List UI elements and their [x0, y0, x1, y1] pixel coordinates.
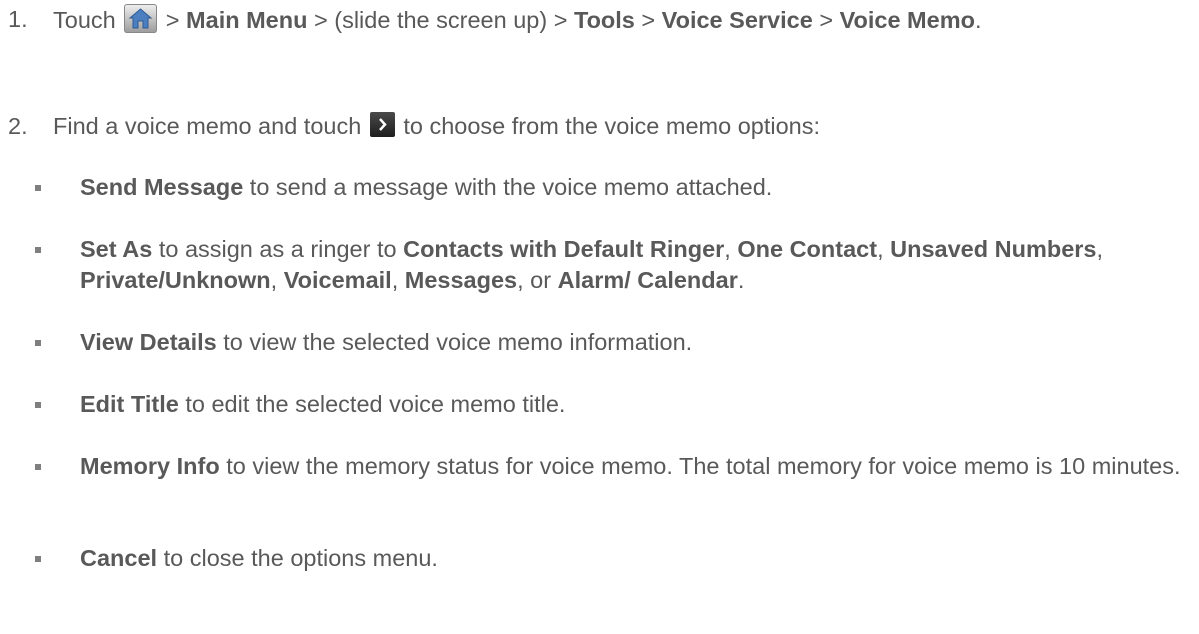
option-label: Memory Info: [80, 453, 220, 479]
period: .: [737, 267, 745, 293]
option-label: Set As: [80, 236, 153, 262]
separator: >: [819, 7, 834, 33]
comma: ,: [270, 267, 278, 293]
ringer-one-contact: One Contact: [737, 236, 878, 262]
ringer-private-unknown: Private/Unknown: [80, 267, 271, 293]
period: .: [974, 7, 982, 33]
bullet: [35, 464, 41, 470]
step-text-touch: Touch: [53, 7, 116, 33]
instruction-slide: > (slide the screen up) >: [314, 7, 568, 33]
bullet: [35, 185, 41, 191]
menu-path-voice-service: Voice Service: [661, 7, 813, 33]
bullet: [35, 556, 41, 562]
ringer-voicemail: Voicemail: [283, 267, 392, 293]
comma: ,: [724, 236, 731, 262]
ringer-messages: Messages: [404, 267, 518, 293]
comma: ,: [877, 236, 884, 262]
option-label: Send Message: [80, 174, 244, 200]
separator: >: [641, 7, 656, 33]
option-description: to view the selected voice memo informat…: [223, 329, 693, 355]
option-label: Cancel: [80, 545, 158, 571]
bullet: [35, 247, 41, 253]
comma: ,: [1096, 236, 1104, 262]
option-description: to edit the selected voice memo title.: [185, 391, 566, 417]
option-label: View Details: [80, 329, 217, 355]
step-text-after: to choose from the voice memo options:: [403, 113, 821, 139]
option-description: to assign as a ringer to: [158, 236, 397, 262]
home-icon: [124, 4, 158, 33]
ringer-contacts-default: Contacts with Default Ringer: [403, 236, 725, 262]
step-text-before: Find a voice memo and touch: [53, 113, 362, 139]
step-number: 1.: [8, 6, 28, 32]
option-description: to close the options menu.: [163, 545, 438, 571]
step-text: Touch > Main Menu > (slide the screen up…: [53, 4, 1183, 36]
ringer-alarm-calendar: Alarm/ Calendar: [557, 267, 738, 293]
chevron-right-icon: [369, 112, 395, 137]
menu-path-main-menu: Main Menu: [186, 7, 308, 33]
option-label: Edit Title: [80, 391, 179, 417]
option-description: to view the memory status for voice memo…: [226, 453, 1181, 479]
menu-path-voice-memo: Voice Memo: [839, 7, 975, 33]
separator: >: [165, 7, 180, 33]
ringer-unsaved-numbers: Unsaved Numbers: [890, 236, 1097, 262]
conjunction-or: , or: [517, 267, 552, 293]
option-description: to send a message with the voice memo at…: [249, 174, 773, 200]
comma: ,: [391, 267, 399, 293]
bullet: [35, 340, 41, 346]
bullet: [35, 402, 41, 408]
menu-path-tools: Tools: [573, 7, 635, 33]
step-number: 2.: [8, 113, 28, 139]
step-text: Find a voice memo and touch to choose fr…: [53, 111, 1183, 142]
